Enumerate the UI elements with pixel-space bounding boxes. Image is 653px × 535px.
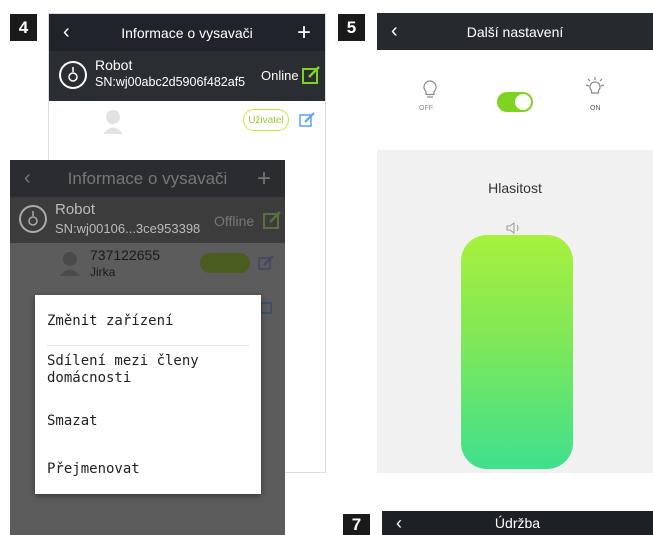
volume-title: Hlasitost	[488, 180, 542, 196]
speaker-icon	[506, 222, 519, 234]
role-badge: Uživatel	[243, 109, 289, 131]
toggle-knob	[515, 94, 531, 110]
status-offline: Offline	[214, 213, 255, 229]
maintenance-screen: ‹ Údržba	[382, 511, 653, 535]
title-bar: ‹ Informace o vysavači +	[10, 160, 285, 197]
user-row[interactable]: Uživatel	[49, 101, 325, 151]
back-icon[interactable]: ‹	[24, 167, 31, 190]
title-bar: ‹ Další nastavení	[377, 13, 653, 50]
menu-item-rename[interactable]: Přejmenovat	[47, 461, 249, 477]
light-setting-row: OFF ON	[377, 50, 653, 150]
bulb-off-icon	[423, 80, 437, 98]
volume-slider[interactable]	[461, 235, 573, 469]
user-phone: 737122655	[90, 247, 161, 263]
add-icon[interactable]: +	[257, 165, 271, 193]
robot-serial: SN:wj00106...3ce953398	[55, 221, 201, 236]
title-bar: ‹ Údržba	[382, 511, 653, 535]
menu-item-change-device[interactable]: Změnit zařízení	[47, 313, 249, 329]
robot-name: Robot	[95, 57, 133, 73]
robot-device-row[interactable]: Robot SN:wj00abc2d5906f482af5 Online	[49, 51, 325, 101]
add-icon[interactable]: +	[297, 19, 311, 47]
bulb-on-icon	[585, 77, 605, 94]
step-badge-7: 7	[343, 514, 370, 535]
step-badge-4: 4	[10, 14, 37, 41]
divider	[47, 345, 249, 346]
step-badge-5: 5	[338, 14, 365, 41]
robot-icon	[19, 205, 47, 233]
menu-item-delete[interactable]: Smazat	[47, 413, 249, 429]
page-title: Informace o vysavači	[67, 168, 228, 188]
robot-device-row[interactable]: Robot SN:wj00106...3ce953398 Offline	[10, 197, 285, 243]
robot-serial: SN:wj00abc2d5906f482af5	[95, 75, 246, 89]
robot-icon	[59, 61, 87, 89]
more-settings-screen: ‹ Další nastavení OFF ON Hlasitost	[377, 13, 653, 473]
avatar-icon	[60, 252, 80, 276]
on-label: ON	[590, 105, 601, 112]
edit-icon[interactable]	[301, 65, 321, 85]
edit-icon[interactable]	[258, 255, 274, 271]
robot-name: Robot	[55, 201, 96, 218]
light-toggle[interactable]	[497, 92, 533, 112]
back-icon[interactable]: ‹	[391, 20, 398, 43]
status-online: Online	[261, 68, 299, 83]
role-badge	[200, 253, 250, 273]
off-label: OFF	[419, 105, 433, 112]
user-name: Jirka	[90, 265, 116, 279]
edit-icon[interactable]	[262, 210, 282, 230]
page-title: Údržba	[494, 515, 541, 531]
title-bar: ‹ Informace o vysavači +	[49, 14, 325, 51]
menu-item-share-household[interactable]: Sdílení mezi členy domácnosti	[47, 353, 249, 387]
edit-icon[interactable]	[299, 112, 315, 128]
user-row[interactable]: 737122655 Jirka	[10, 243, 285, 285]
edit-icon	[260, 302, 272, 314]
back-icon[interactable]: ‹	[63, 21, 70, 44]
context-menu: Změnit zařízení Sdílení mezi členy domác…	[35, 295, 261, 494]
page-title: Další nastavení	[466, 23, 564, 40]
avatar-icon	[103, 110, 123, 134]
back-icon[interactable]: ‹	[396, 513, 402, 534]
page-title: Informace o vysavači	[121, 24, 253, 41]
